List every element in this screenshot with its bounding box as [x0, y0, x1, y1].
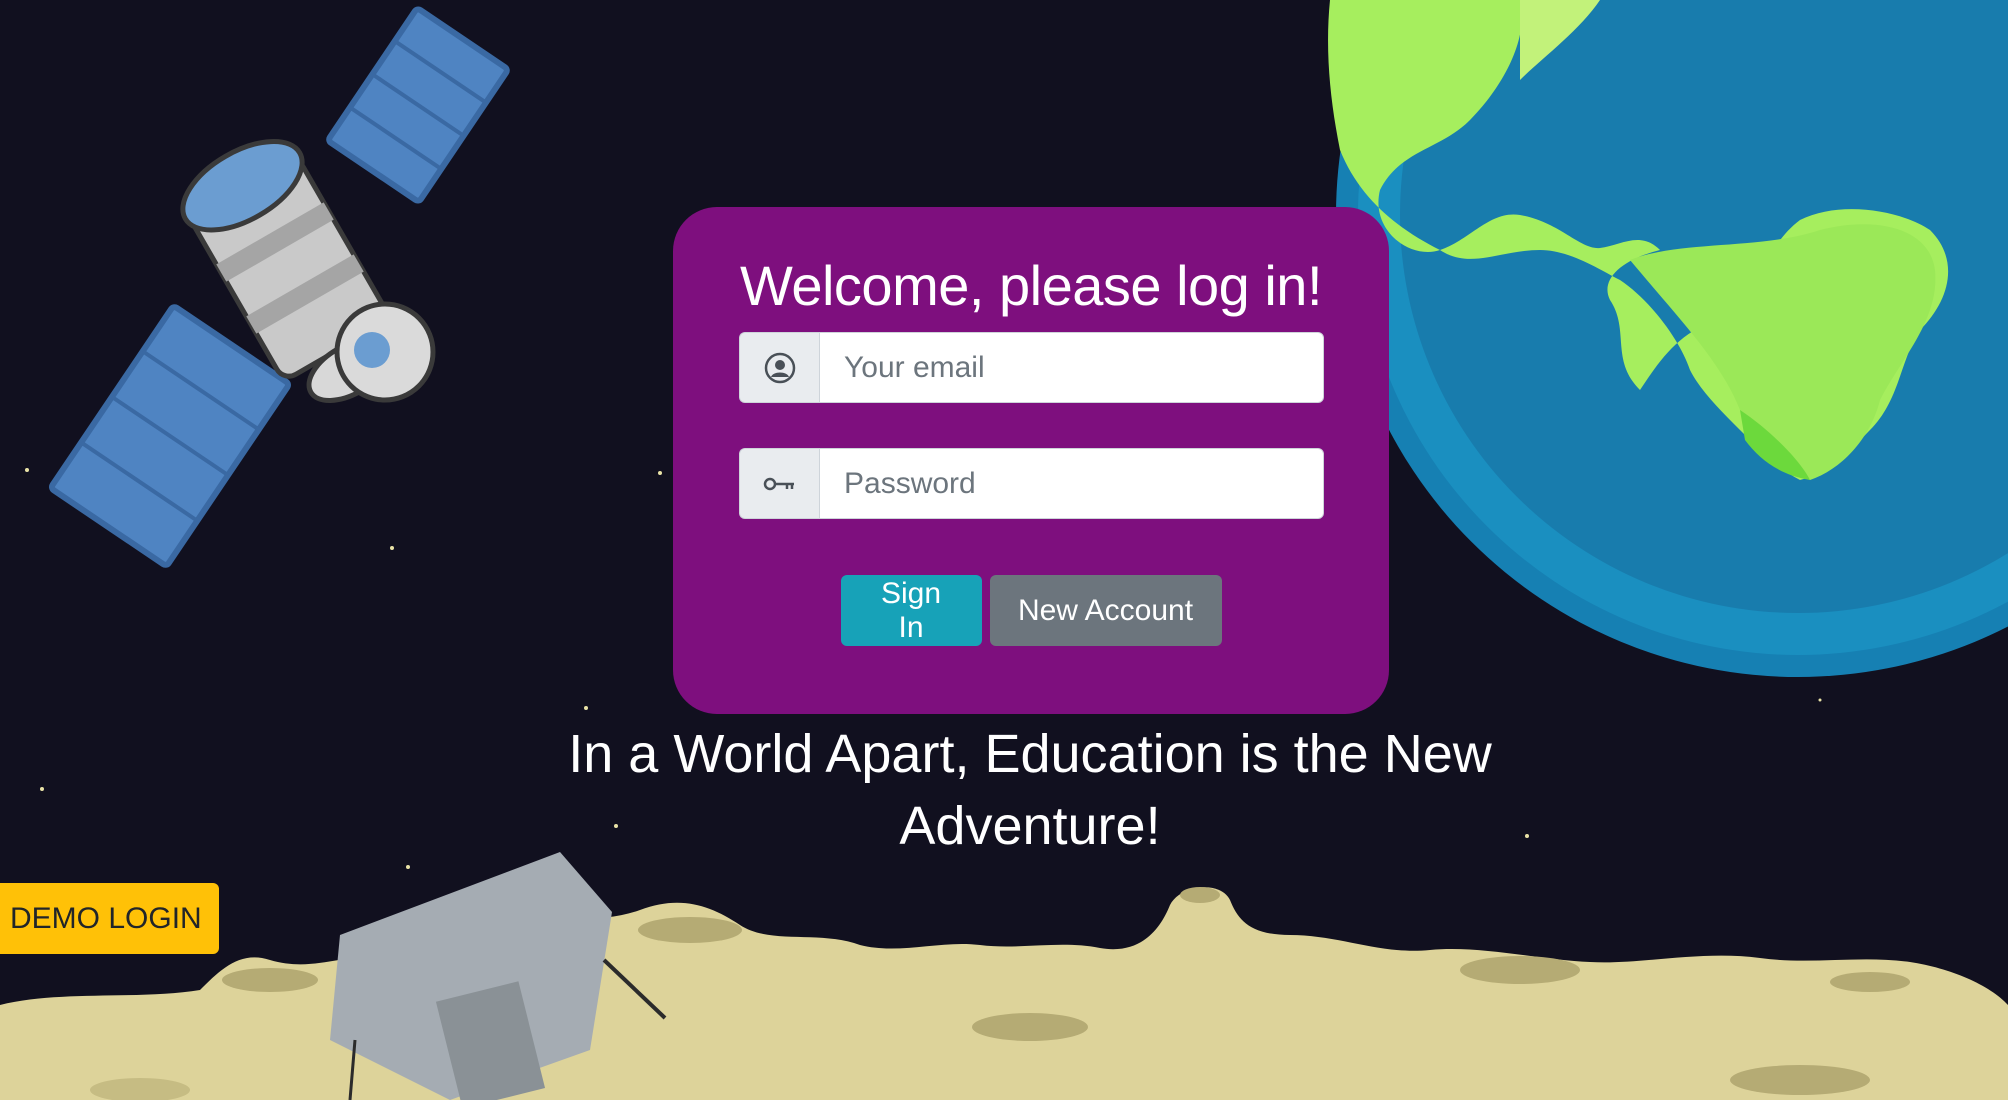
login-card: Welcome, please log in! Sign In New Acco…: [673, 207, 1389, 714]
login-buttons: Sign In New Account: [673, 575, 1389, 646]
new-account-button[interactable]: New Account: [989, 575, 1222, 646]
demo-login-button[interactable]: DEMO LOGIN: [0, 883, 219, 954]
user-circle-icon: [739, 332, 819, 403]
password-input[interactable]: [819, 448, 1324, 519]
email-input-group: [739, 332, 1324, 403]
key-icon: [739, 448, 819, 519]
login-title: Welcome, please log in!: [740, 254, 1323, 317]
email-input[interactable]: [819, 332, 1324, 403]
password-input-group: [739, 448, 1324, 519]
sign-in-button[interactable]: Sign In: [840, 575, 982, 646]
tagline: In a World Apart, Education is the New A…: [568, 724, 1492, 856]
